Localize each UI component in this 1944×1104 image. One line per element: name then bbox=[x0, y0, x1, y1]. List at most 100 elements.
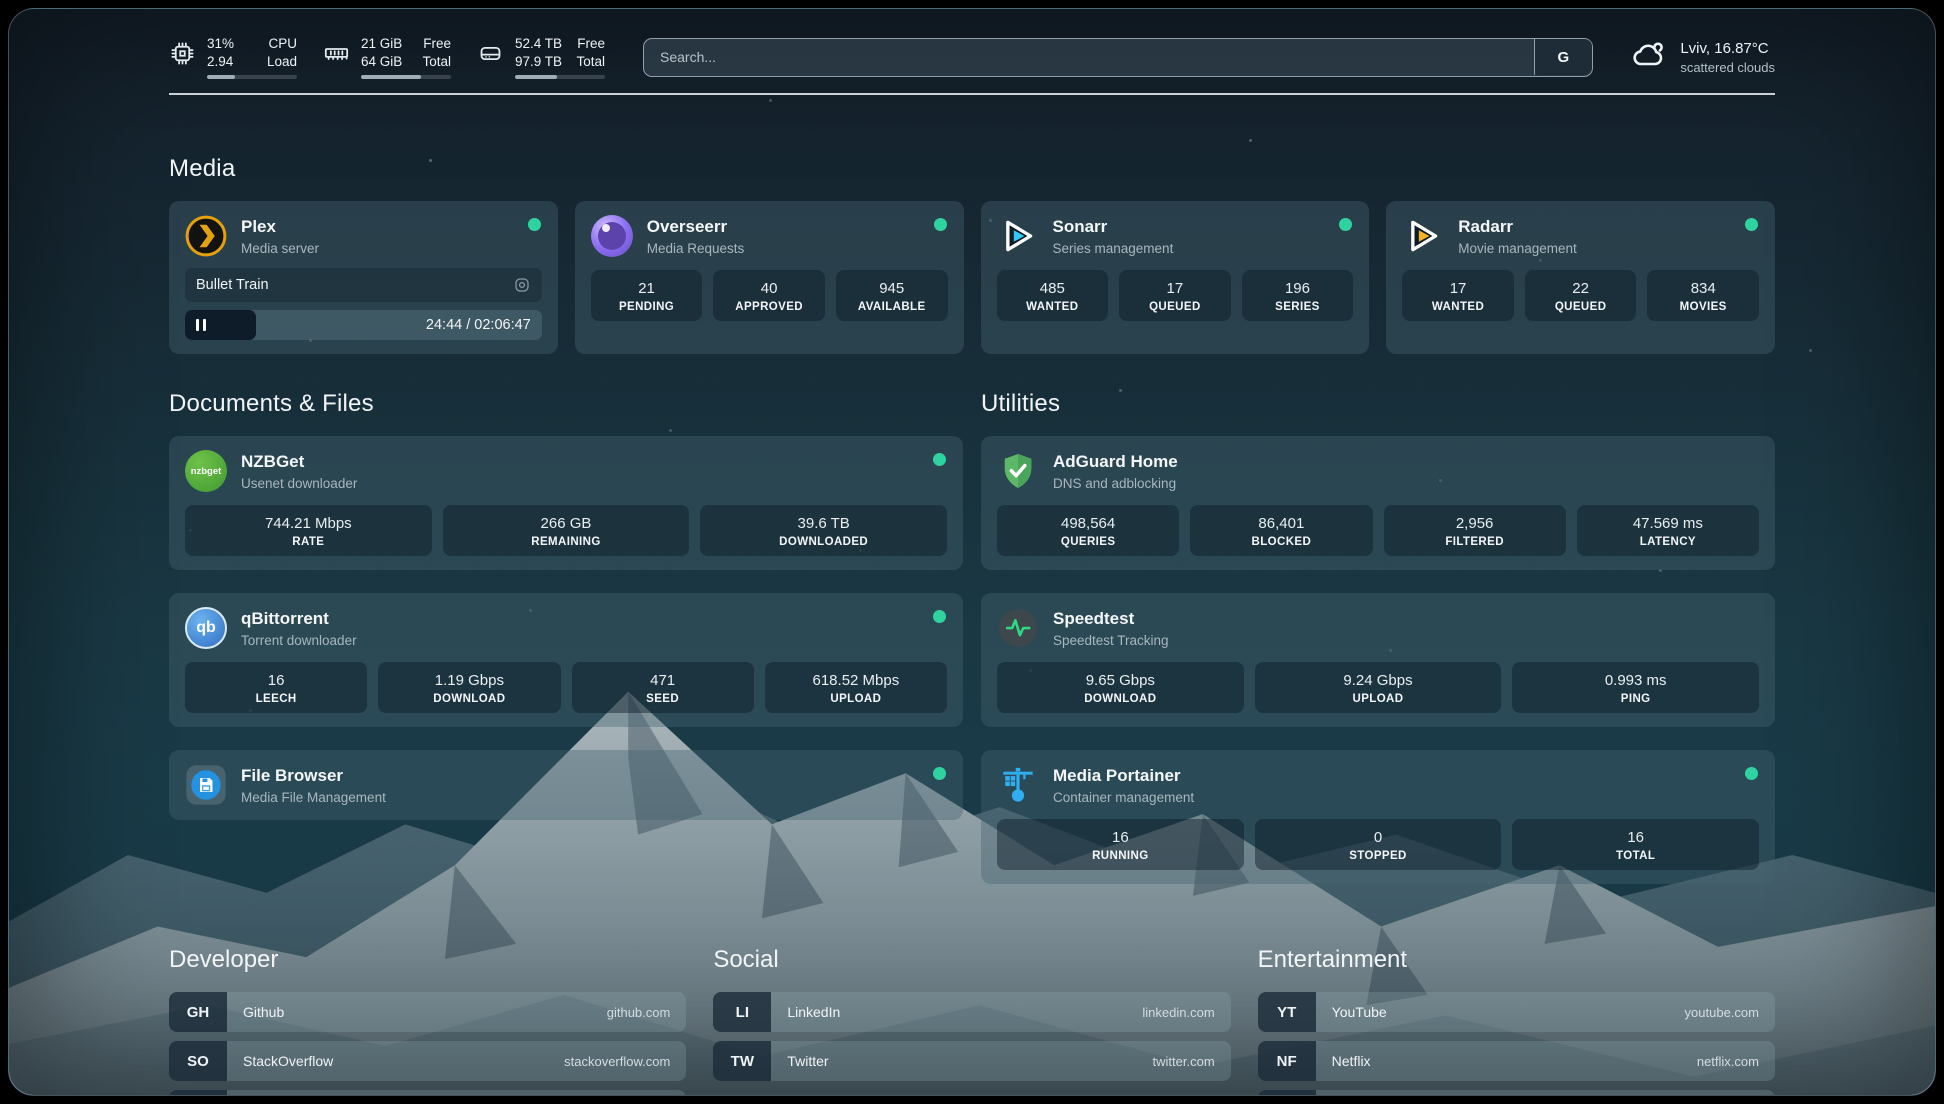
stat-label: FILTERED bbox=[1388, 536, 1562, 548]
service-name: qBittorrent bbox=[241, 608, 357, 629]
cpu-progress-fill bbox=[207, 75, 235, 79]
search-input[interactable] bbox=[643, 38, 1593, 77]
top-bar: 31%CPU 2.94Load 21 GiBFree 64 GiBTotal bbox=[169, 9, 1775, 79]
stat-box: 266 GBREMAINING bbox=[443, 505, 690, 556]
stat-label: DOWNLOAD bbox=[382, 693, 556, 705]
cpu-load-value: 2.94 bbox=[207, 53, 233, 71]
bookmark-row-github[interactable]: GH Github github.com bbox=[169, 992, 686, 1032]
stat-label: RATE bbox=[189, 536, 428, 548]
ram-free-value: 21 GiB bbox=[361, 35, 402, 53]
bookmark-abbr: LI bbox=[713, 992, 771, 1032]
transcode-icon bbox=[513, 276, 531, 294]
stat-value: 471 bbox=[576, 671, 750, 690]
qbittorrent-logo-icon: qb bbox=[185, 607, 227, 649]
bookmark-abbr: SO bbox=[169, 1041, 227, 1081]
cpu-resource-widget: 31%CPU 2.94Load bbox=[169, 35, 297, 79]
service-card-nzbget[interactable]: nzbget NZBGet Usenet downloader 744.21 M… bbox=[169, 436, 963, 570]
bookmark-url: reddit.com bbox=[1698, 1090, 1775, 1096]
stat-label: LATENCY bbox=[1581, 536, 1755, 548]
filebrowser-logo-icon bbox=[185, 764, 227, 806]
status-dot bbox=[1745, 218, 1758, 231]
bookmark-row-dev[interactable]: DT DEV dev.to bbox=[169, 1090, 686, 1096]
stat-box: 0.993 msPING bbox=[1512, 662, 1759, 713]
stat-box: 17 WANTED bbox=[1402, 270, 1514, 321]
service-name: Speedtest bbox=[1053, 608, 1169, 629]
ram-progress-fill bbox=[361, 75, 421, 79]
service-name: File Browser bbox=[241, 765, 386, 786]
section-title-entertainment: Entertainment bbox=[1258, 946, 1775, 974]
disk-progress-fill bbox=[515, 75, 557, 79]
stat-value: 9.24 Gbps bbox=[1259, 671, 1498, 690]
bookmark-url: dev.to bbox=[636, 1090, 686, 1096]
stat-label: LEECH bbox=[189, 693, 363, 705]
playback-time: 24:44 / 02:06:47 bbox=[426, 310, 531, 340]
service-card-overseerr[interactable]: Overseerr Media Requests 21PENDING 40APP… bbox=[575, 201, 964, 354]
cpu-label: CPU bbox=[268, 35, 297, 53]
service-card-plex[interactable]: Plex Media server Bullet Train 24:44 / 0… bbox=[169, 201, 558, 354]
stat-box: 17QUEUED bbox=[1119, 270, 1231, 321]
stat-value: 1.19 Gbps bbox=[382, 671, 556, 690]
stat-label: UPLOAD bbox=[769, 693, 943, 705]
bookmark-name: YouTube bbox=[1316, 992, 1685, 1032]
stat-value: 834 bbox=[1651, 279, 1755, 298]
service-desc: Usenet downloader bbox=[241, 475, 357, 492]
bookmark-group-developer: Developer GH Github github.com SO StackO… bbox=[169, 946, 686, 1096]
stat-box: 39.6 TBDOWNLOADED bbox=[700, 505, 947, 556]
stat-value: 196 bbox=[1246, 279, 1350, 298]
status-dot bbox=[933, 610, 946, 623]
stat-label: APPROVED bbox=[717, 301, 821, 313]
bookmark-url: twitter.com bbox=[1153, 1041, 1231, 1081]
service-name: AdGuard Home bbox=[1053, 451, 1178, 472]
bookmark-abbr: DT bbox=[169, 1090, 227, 1096]
stat-box: 22QUEUED bbox=[1525, 270, 1637, 321]
stat-label: WANTED bbox=[1406, 301, 1510, 313]
service-card-speedtest[interactable]: Speedtest Speedtest Tracking 9.65 GbpsDO… bbox=[981, 593, 1775, 727]
stat-label: MOVIES bbox=[1651, 301, 1755, 313]
service-card-portainer[interactable]: Media Portainer Container management 16R… bbox=[981, 750, 1775, 884]
portainer-logo-icon bbox=[997, 764, 1039, 806]
stat-box: 834 MOVIES bbox=[1647, 270, 1759, 321]
cloud-icon bbox=[1631, 37, 1667, 78]
adguard-logo-icon bbox=[997, 450, 1039, 492]
search-bar: G bbox=[643, 38, 1593, 77]
stat-box: 498,564 QUERIES bbox=[997, 505, 1179, 556]
playback-progress-bar: 24:44 / 02:06:47 bbox=[185, 310, 542, 340]
service-card-filebrowser[interactable]: File Browser Media File Management bbox=[169, 750, 963, 820]
service-name: Radarr bbox=[1458, 216, 1577, 237]
stat-label: TOTAL bbox=[1516, 850, 1755, 862]
stat-value: 485 bbox=[1001, 279, 1105, 298]
bookmark-row-linkedin[interactable]: LI LinkedIn linkedin.com bbox=[713, 992, 1230, 1032]
stat-value: 40 bbox=[717, 279, 821, 298]
stat-value: 498,564 bbox=[1001, 514, 1175, 533]
ram-total-value: 64 GiB bbox=[361, 53, 402, 71]
service-card-qbittorrent[interactable]: qb qBittorrent Torrent downloader 16LEEC… bbox=[169, 593, 963, 727]
service-desc: DNS and adblocking bbox=[1053, 475, 1178, 492]
stat-label: SEED bbox=[576, 693, 750, 705]
media-card-row: Plex Media server Bullet Train 24:44 / 0… bbox=[169, 201, 1775, 354]
stat-label: QUERIES bbox=[1001, 536, 1175, 548]
bookmark-name: Reddit bbox=[1316, 1090, 1699, 1096]
bookmark-row-netflix[interactable]: NF Netflix netflix.com bbox=[1258, 1041, 1775, 1081]
header-divider bbox=[169, 93, 1775, 95]
service-card-radarr[interactable]: Radarr Movie management 17WANTED 22QUEUE… bbox=[1386, 201, 1775, 354]
stat-value: 2,956 bbox=[1388, 514, 1562, 533]
stat-label: STOPPED bbox=[1259, 850, 1498, 862]
bookmark-row-stackoverflow[interactable]: SO StackOverflow stackoverflow.com bbox=[169, 1041, 686, 1081]
pause-icon bbox=[196, 319, 206, 331]
bookmark-row-reddit[interactable]: RE Reddit reddit.com bbox=[1258, 1090, 1775, 1096]
bookmark-url: youtube.com bbox=[1685, 992, 1775, 1032]
stat-value: 0 bbox=[1259, 828, 1498, 847]
stat-value: 17 bbox=[1406, 279, 1510, 298]
stat-box: 9.65 GbpsDOWNLOAD bbox=[997, 662, 1244, 713]
ram-icon bbox=[323, 40, 350, 67]
service-card-adguard[interactable]: AdGuard Home DNS and adblocking 498,564 Q… bbox=[981, 436, 1775, 570]
stat-value: 39.6 TB bbox=[704, 514, 943, 533]
bookmark-row-youtube[interactable]: YT YouTube youtube.com bbox=[1258, 992, 1775, 1032]
cpu-load-label: Load bbox=[267, 53, 297, 71]
google-search-button[interactable]: G bbox=[1534, 39, 1592, 75]
ram-free-label: Free bbox=[423, 35, 451, 53]
service-card-sonarr[interactable]: Sonarr Series management 485WANTED 17QUE… bbox=[981, 201, 1370, 354]
bookmark-name: LinkedIn bbox=[771, 992, 1142, 1032]
bookmark-row-twitter[interactable]: TW Twitter twitter.com bbox=[713, 1041, 1230, 1081]
bookmark-abbr: NF bbox=[1258, 1041, 1316, 1081]
